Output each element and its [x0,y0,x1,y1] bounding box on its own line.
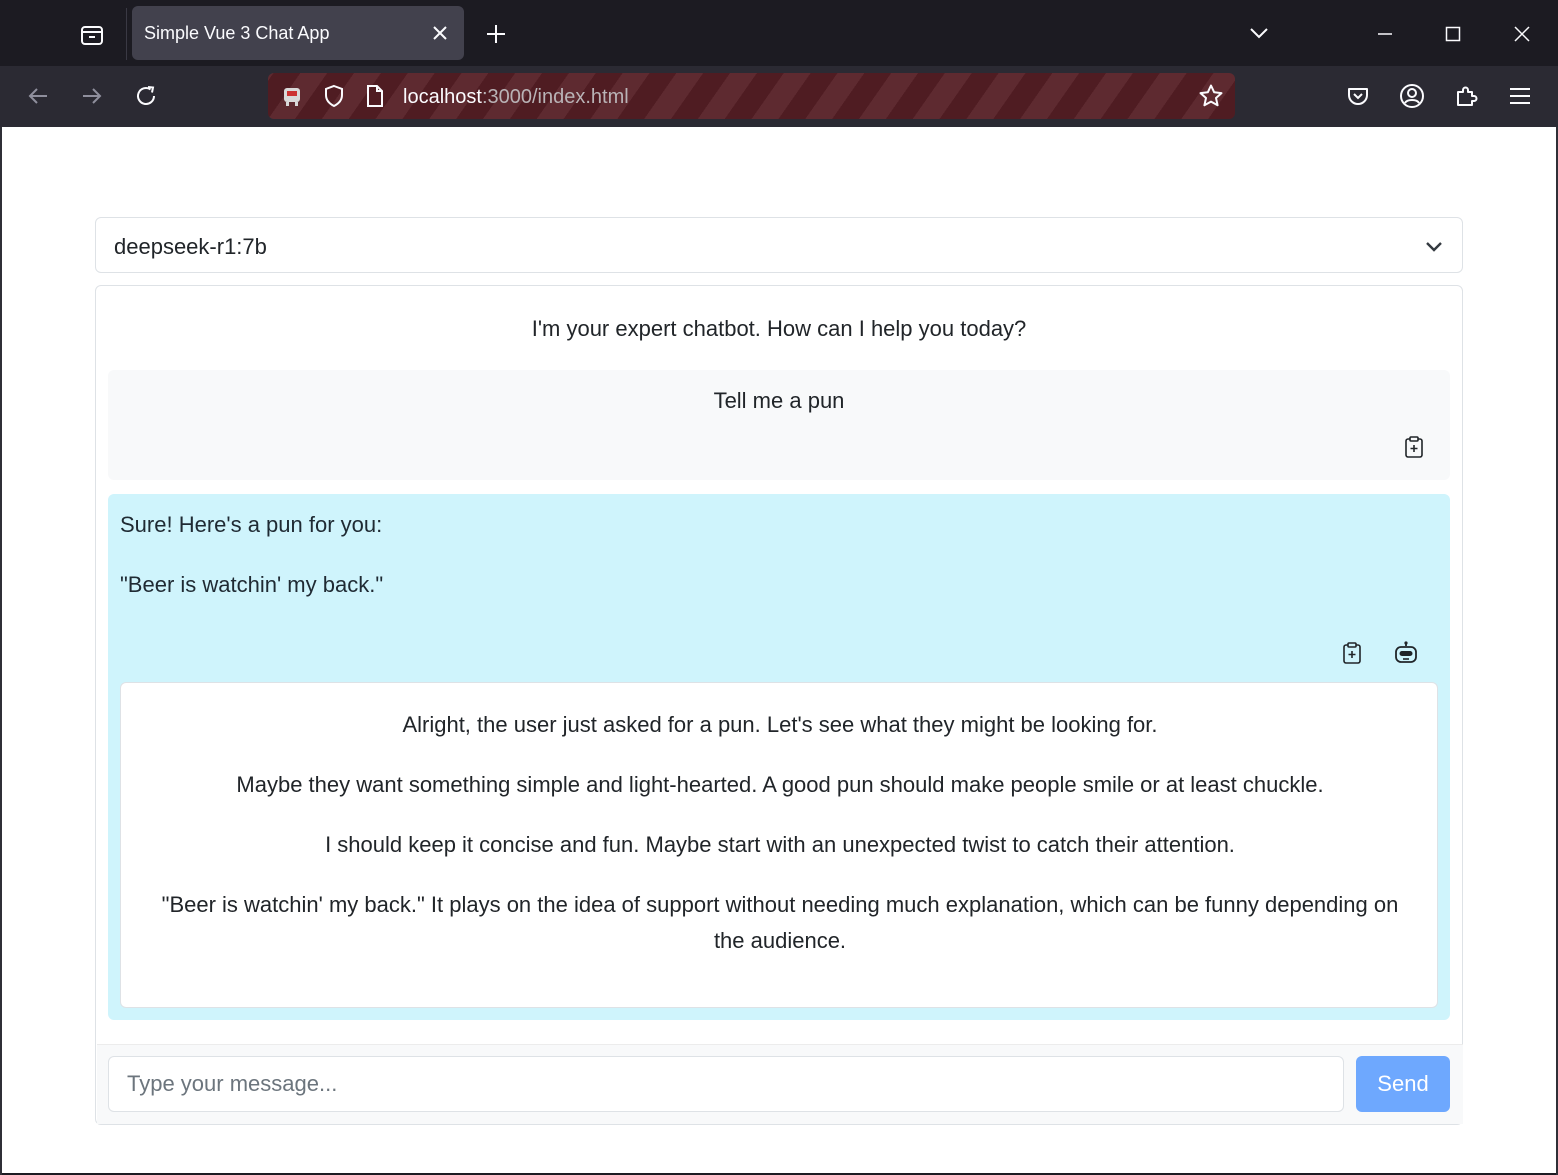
chevron-down-icon [1424,236,1444,256]
thinking-panel: Alright, the user just asked for a pun. … [120,682,1438,1008]
tab-overview-icon[interactable] [74,17,110,53]
minimize-window-icon[interactable] [1362,12,1408,56]
remote-control-robot-icon[interactable] [279,83,305,109]
back-arrow-icon[interactable] [20,78,56,114]
chat-input-bar: Send [97,1044,1463,1124]
list-all-tabs-chevron-icon[interactable] [1244,18,1274,48]
browser-tab-active[interactable]: Simple Vue 3 Chat App [132,6,464,60]
pocket-icon[interactable] [1341,79,1375,113]
browser-nav-toolbar: localhost:3000/index.html [0,66,1558,127]
url-host: localhost [403,86,482,108]
tab-separator [126,8,127,60]
chat-container: I'm your expert chatbot. How can I help … [95,285,1463,1125]
page-info-document-icon[interactable] [362,83,388,109]
hamburger-menu-icon[interactable] [1503,79,1537,113]
greeting-text: I'm your expert chatbot. How can I help … [531,316,1027,341]
send-button[interactable]: Send [1356,1056,1450,1112]
new-tab-plus-icon[interactable] [480,18,512,50]
tab-title: Simple Vue 3 Chat App [144,23,330,43]
assistant-message-paragraph: "Beer is watchin' my back." [120,572,384,597]
browser-tab-strip: Simple Vue 3 Chat App [0,0,1558,66]
thinking-paragraph: Maybe they want something simple and lig… [236,772,1324,797]
close-window-icon[interactable] [1499,12,1545,56]
tab-close-icon[interactable] [428,21,452,45]
thinking-paragraph: Alright, the user just asked for a pun. … [402,712,1158,737]
user-message-text: Tell me a pun [713,388,845,413]
robot-icon[interactable] [1393,640,1419,666]
forward-arrow-icon[interactable] [74,78,110,114]
model-select-value: deepseek-r1:7b [114,234,267,259]
reload-icon[interactable] [128,78,164,114]
user-message: Tell me a pun [108,370,1450,480]
tracking-protection-shield-icon[interactable] [321,83,347,109]
url-text: localhost:3000/index.html [403,86,629,109]
page-viewport: deepseek-r1:7b I'm your expert chatbot. … [2,127,1556,1173]
url-path: :3000/index.html [481,86,629,108]
thinking-paragraph: "Beer is watchin' my back." It plays on … [161,892,1399,953]
extensions-puzzle-icon[interactable] [1449,79,1483,113]
thinking-paragraph: I should keep it concise and fun. Maybe … [325,832,1235,857]
account-icon[interactable] [1395,79,1429,113]
bookmark-star-icon[interactable] [1197,82,1225,110]
assistant-message-paragraph: Sure! Here's a pun for you: [120,512,383,537]
model-select-dropdown[interactable]: deepseek-r1:7b [95,217,1463,273]
message-input[interactable] [108,1056,1344,1112]
copy-clipboard-icon[interactable] [1401,434,1427,460]
assistant-message: Sure! Here's a pun for you: "Beer is wat… [108,494,1450,1020]
maximize-window-icon[interactable] [1430,12,1476,56]
address-bar[interactable]: localhost:3000/index.html [268,73,1235,119]
copy-clipboard-icon[interactable] [1339,640,1365,666]
